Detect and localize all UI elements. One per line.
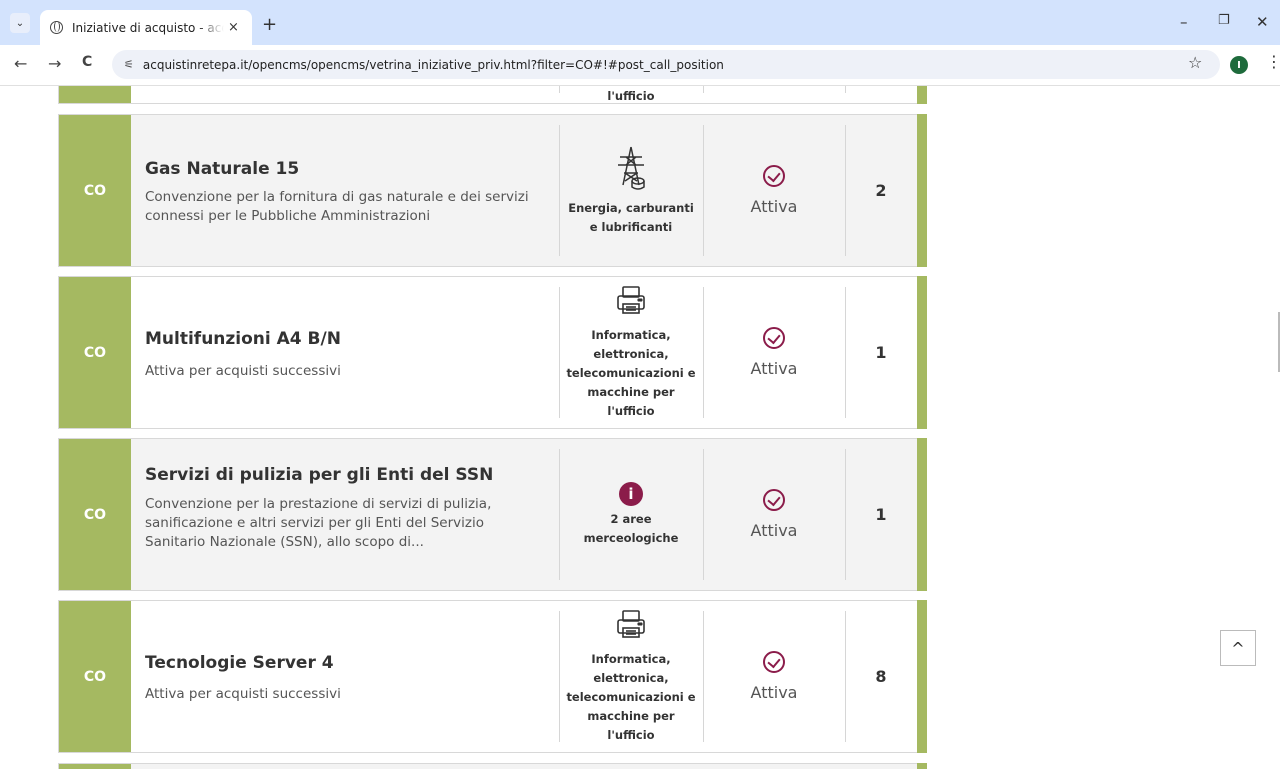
initiative-row-partial[interactable]: l'ufficio: [58, 86, 927, 104]
type-badge: CO: [59, 277, 131, 428]
initiative-title[interactable]: Servizi di pulizia per gli Enti del SSN: [145, 465, 493, 485]
check-circle-icon: [763, 651, 785, 673]
row-accent-bar: [917, 600, 927, 753]
minimize-button[interactable]: –: [1180, 13, 1188, 31]
type-badge: CO: [59, 115, 131, 266]
tab-search-button[interactable]: ⌄: [10, 13, 30, 33]
status-label: Attiva: [750, 521, 798, 540]
back-button[interactable]: ←: [14, 54, 27, 73]
status-cell: Attiva: [703, 439, 845, 590]
category-cell: i 2 aree merceologiche: [559, 439, 703, 590]
browser-tab[interactable]: Iniziative di acquisto - acquistinretepa…: [40, 10, 252, 45]
initiative-description: Attiva per acquisti successivi: [145, 363, 341, 379]
status-label: Attiva: [750, 359, 798, 378]
category-label: 2 aree merceologiche: [583, 511, 679, 545]
lot-count: 1: [875, 343, 887, 362]
close-window-button[interactable]: ✕: [1256, 13, 1269, 31]
initiative-title[interactable]: Tecnologie Server 4: [145, 653, 334, 673]
browser-menu-icon[interactable]: ⋮: [1266, 52, 1280, 71]
info-icon[interactable]: i: [619, 481, 643, 506]
check-circle-icon: [763, 165, 785, 187]
check-circle-icon: [763, 327, 785, 349]
printer-icon: [617, 286, 645, 314]
category-cell: Energia, carburanti e lubrificanti: [559, 115, 703, 266]
initiative-row[interactable]: CO Gas Naturale 15 Convenzione per la fo…: [58, 114, 927, 267]
category-label: Energia, carburanti e lubrificanti: [568, 200, 694, 234]
restore-button[interactable]: ❐: [1218, 13, 1230, 28]
power-pylon-icon: [618, 146, 645, 190]
browser-toolbar: ← → C ⚟ acquistinretepa.it/opencms/openc…: [0, 45, 1280, 86]
type-badge: CO: [59, 601, 131, 752]
initiative-row-partial[interactable]: [58, 763, 927, 769]
bookmark-star-icon[interactable]: ☆: [1188, 53, 1202, 72]
initiative-title[interactable]: Multifunzioni A4 B/N: [145, 329, 341, 349]
divider: [845, 86, 846, 93]
status-label: Attiva: [750, 197, 798, 216]
row-accent-bar: [917, 114, 927, 267]
row-accent-bar: [917, 763, 927, 769]
tab-close-icon[interactable]: ×: [228, 20, 239, 35]
initiative-row[interactable]: CO Tecnologie Server 4 Attiva per acquis…: [58, 600, 927, 753]
address-bar[interactable]: ⚟ acquistinretepa.it/opencms/opencms/vet…: [112, 50, 1220, 79]
page-viewport: l'ufficio CO Gas Naturale 15 Convenzione…: [0, 86, 1280, 769]
browser-tabstrip: ⌄ Iniziative di acquisto - acquistinrete…: [0, 0, 1280, 45]
divider: [559, 86, 560, 93]
category-label: l'ufficio: [607, 89, 655, 103]
initiative-row[interactable]: CO Multifunzioni A4 B/N Attiva per acqui…: [58, 276, 927, 429]
type-badge: [59, 86, 131, 103]
initiative-title[interactable]: Gas Naturale 15: [145, 159, 299, 179]
initiative-description: Convenzione per la prestazione di serviz…: [145, 496, 492, 550]
check-circle-icon: [763, 489, 785, 511]
site-info-icon[interactable]: ⚟: [124, 58, 134, 71]
tab-title: Iniziative di acquisto - acquistinretepa: [72, 20, 224, 35]
forward-button[interactable]: →: [48, 54, 61, 73]
profile-avatar[interactable]: I: [1230, 56, 1248, 74]
url-text[interactable]: acquistinretepa.it/opencms/opencms/vetri…: [143, 58, 724, 72]
category-cell: Informatica, elettronica, telecomunicazi…: [559, 601, 703, 752]
globe-icon: [50, 21, 63, 34]
status-cell: Attiva: [703, 115, 845, 266]
type-badge: CO: [59, 439, 131, 590]
divider: [703, 86, 704, 93]
back-to-top-button[interactable]: ^: [1220, 630, 1256, 666]
status-cell: Attiva: [703, 601, 845, 752]
initiative-description: Attiva per acquisti successivi: [145, 686, 341, 702]
lot-count: 8: [875, 667, 887, 686]
lot-count: 1: [875, 505, 887, 524]
reload-button[interactable]: C: [82, 54, 92, 70]
lot-count: 2: [875, 181, 887, 200]
row-accent-bar: [917, 276, 927, 429]
printer-icon: [617, 610, 645, 638]
initiative-row[interactable]: CO Servizi di pulizia per gli Enti del S…: [58, 438, 927, 591]
category-label: Informatica, elettronica, telecomunicazi…: [566, 328, 696, 418]
row-accent-bar: [917, 438, 927, 591]
row-accent-bar: [917, 86, 927, 104]
initiative-description: Convenzione per la fornitura di gas natu…: [145, 189, 529, 224]
new-tab-button[interactable]: +: [262, 14, 277, 35]
category-cell: Informatica, elettronica, telecomunicazi…: [559, 277, 703, 428]
category-label: Informatica, elettronica, telecomunicazi…: [566, 652, 696, 742]
status-cell: Attiva: [703, 277, 845, 428]
status-label: Attiva: [750, 683, 798, 702]
type-badge: [59, 764, 131, 769]
